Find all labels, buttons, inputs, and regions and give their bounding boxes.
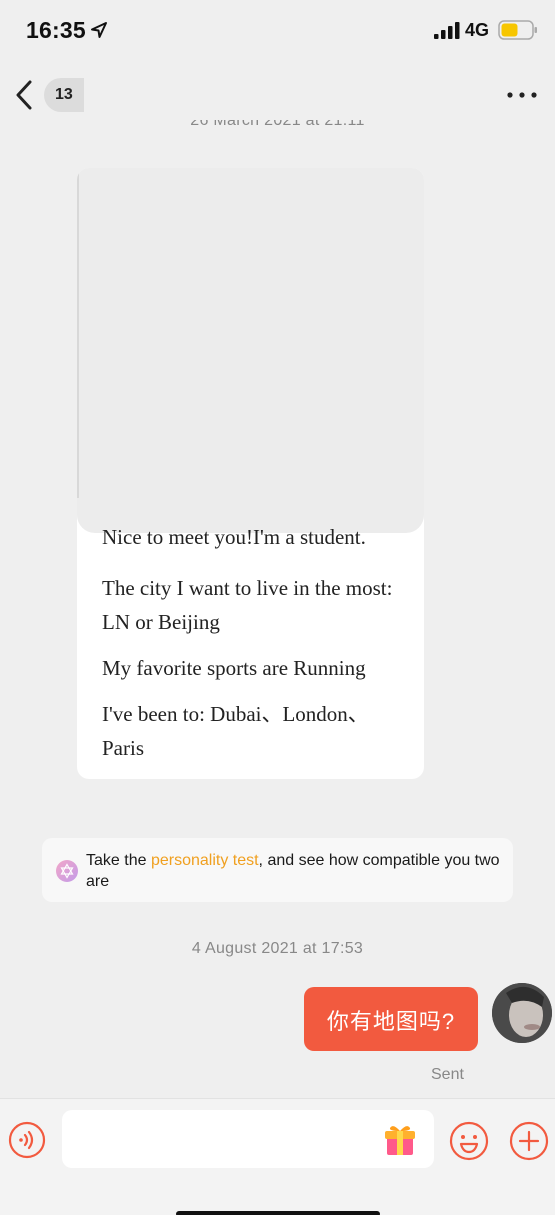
timestamp-top: 26 March 2021 at 21:11 [190, 120, 365, 129]
battery-icon [498, 20, 537, 40]
status-time: 16:35 [26, 17, 86, 43]
network-label: 4G [465, 20, 490, 40]
location-arrow-icon [91, 22, 107, 38]
photo-edge [77, 168, 79, 498]
voice-icon[interactable] [8, 1121, 46, 1159]
avatar[interactable] [492, 983, 552, 1043]
plus-icon[interactable] [509, 1121, 549, 1161]
profile-intro: Nice to meet you!I'm a student. [102, 525, 366, 549]
back-icon[interactable] [12, 78, 38, 112]
chat-messages[interactable]: 26 March 2021 at 21:11 Nice to meet you!… [0, 120, 555, 1098]
timestamp-bottom: 4 August 2021 at 17:53 [191, 940, 364, 957]
message-composer [0, 1098, 555, 1215]
profile-travel: I've been to: Dubai、London、Paris [102, 702, 369, 760]
profile-card[interactable]: Nice to meet you!I'm a student. The city… [77, 168, 424, 779]
emoji-icon[interactable] [449, 1121, 489, 1161]
message-input[interactable] [62, 1110, 434, 1168]
profile-sports: My favorite sports are Running [102, 656, 366, 680]
star-of-david-icon [56, 860, 78, 882]
signal-icon [434, 22, 460, 39]
message-status: Sent [431, 1066, 464, 1083]
notice-text: Take the personality test, and see how c… [86, 852, 500, 890]
profile-photo[interactable] [77, 168, 424, 533]
personality-test-link[interactable]: personality test [151, 852, 259, 869]
unread-count-badge[interactable]: 13 [44, 78, 84, 112]
gift-icon[interactable] [384, 1123, 416, 1157]
more-icon[interactable] [504, 88, 540, 102]
personality-test-notice[interactable]: Take the personality test, and see how c… [42, 838, 513, 902]
profile-city: The city I want to live in the most: LN … [102, 576, 393, 634]
avatar-image [492, 983, 552, 1043]
sent-message-bubble[interactable]: 你有地图吗? [304, 987, 478, 1051]
home-indicator [176, 1211, 380, 1215]
status-bar: 16:35 4G [0, 0, 555, 62]
